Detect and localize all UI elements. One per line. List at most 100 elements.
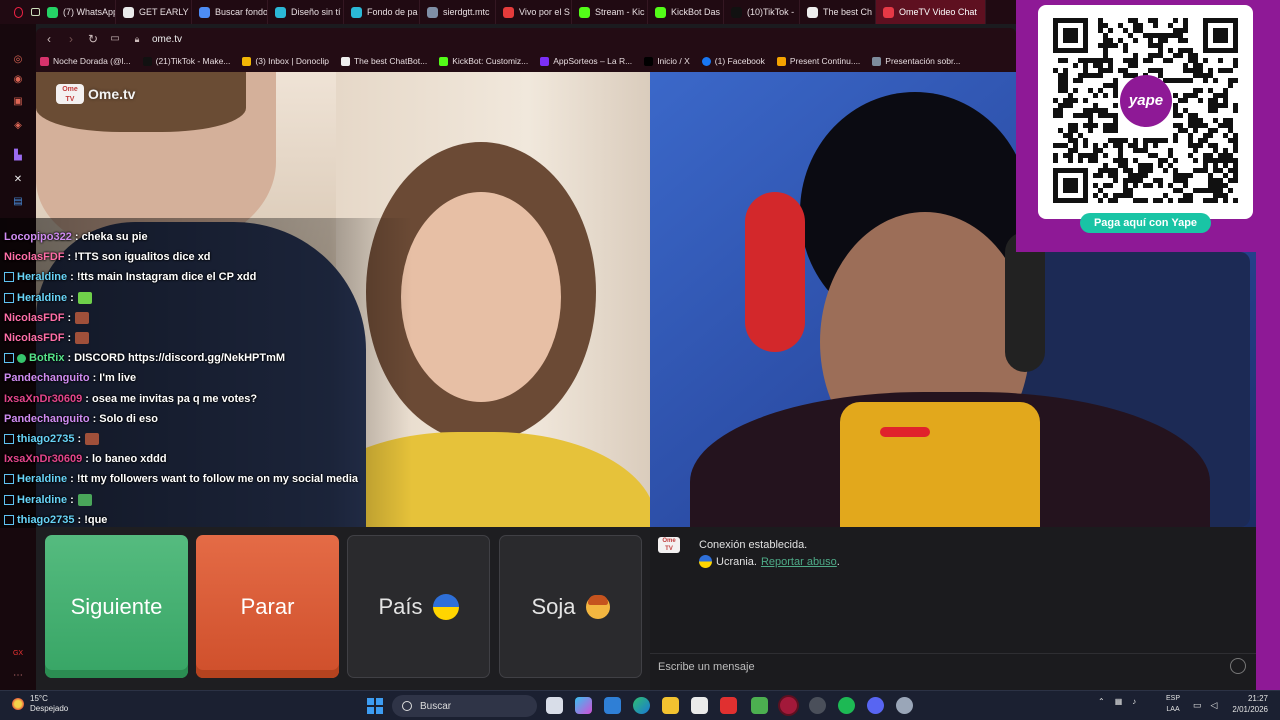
report-abuse-link[interactable]: Reportar abuso — [761, 556, 837, 568]
chat-username[interactable]: BotRix — [29, 352, 64, 364]
tab-kickbot[interactable]: KickBot Das — [648, 0, 724, 24]
chevron-up-icon[interactable]: ⌃ — [1098, 697, 1105, 706]
overlay-frame — [1256, 252, 1280, 690]
emoji-icon[interactable] — [1230, 658, 1246, 674]
bookmark-item[interactable]: KickBot: Customiz... — [439, 56, 528, 66]
chat-text: : — [77, 433, 82, 445]
clock[interactable]: 21:27 2/01/2026 — [1228, 693, 1268, 715]
chatgpt-icon[interactable] — [809, 697, 826, 714]
tab-sierdgtt[interactable]: sierdgtt.mtc — [420, 0, 496, 24]
url-field[interactable]: ome.tv — [152, 34, 182, 45]
chat-username[interactable]: NicolasFDF — [4, 251, 65, 263]
appsorteos-icon — [540, 56, 550, 66]
chat-username[interactable]: Heraldine — [17, 494, 67, 506]
microsoft-store-icon[interactable] — [691, 697, 708, 714]
next-button[interactable]: Siguiente — [45, 535, 188, 678]
weather-widget[interactable]: 15°C Despejado — [12, 694, 68, 714]
bookmark-item[interactable]: The best ChatBot... — [340, 56, 427, 66]
chat-username[interactable]: Pandechanguito — [4, 372, 90, 384]
tab-stream-kick[interactable]: Stream - Kic — [572, 0, 648, 24]
hardware-icon[interactable]: ▦ — [1115, 697, 1123, 706]
winrar-icon[interactable] — [720, 697, 737, 714]
store-icon[interactable] — [604, 697, 621, 714]
tab-buscar-fondo[interactable]: Buscar fondo — [192, 0, 268, 24]
country-button[interactable]: País — [347, 535, 490, 678]
back-button[interactable]: ‹ — [40, 30, 58, 48]
language-indicator[interactable]: ESP LAA — [1166, 693, 1180, 715]
instagram-icon[interactable]: ▣ — [11, 94, 25, 108]
donoclip-icon — [242, 56, 252, 66]
chat-text: : — [70, 291, 74, 304]
bookmarks-bar: Noche Dorada (@l... (21)TikTok - Make...… — [36, 50, 1016, 72]
file-explorer-icon[interactable] — [662, 697, 679, 714]
chat-username[interactable]: NicolasFDF — [4, 312, 65, 324]
twitch-icon[interactable]: ▙ — [11, 148, 25, 162]
x-icon[interactable]: ✕ — [11, 172, 25, 186]
discord-icon[interactable] — [867, 697, 884, 714]
chat-username[interactable]: Heraldine — [17, 292, 67, 304]
status-icons[interactable]: ▭ ◁ — [1193, 700, 1217, 711]
forward-button[interactable]: › — [62, 30, 80, 48]
settings-icon[interactable] — [896, 697, 913, 714]
taskbar-search[interactable]: Buscar — [392, 695, 537, 717]
chat-username[interactable]: Pandechanguito — [4, 413, 90, 425]
bookmark-item[interactable]: (3) Inbox | Donoclip — [242, 56, 329, 66]
tab-ometv[interactable]: OmeTV Video Chat — [876, 0, 986, 24]
bookmark-item[interactable]: Presentación sobr... — [872, 56, 960, 66]
ometv-icon — [883, 6, 894, 18]
chat-message: Heraldine: !tts main Instagram dice el C… — [4, 268, 256, 286]
bookmark-item[interactable]: AppSorteos – La R... — [540, 56, 632, 66]
camera-icon[interactable]: ▭ — [106, 30, 124, 48]
chat-username[interactable]: thiago2735 — [17, 433, 74, 445]
chat-username[interactable]: Heraldine — [17, 473, 67, 485]
bookmark-item[interactable]: (1) Facebook — [701, 56, 765, 66]
tab-diseno[interactable]: Diseño sin tí — [268, 0, 344, 24]
start-button[interactable] — [367, 698, 383, 714]
aria-icon[interactable]: ◎ — [11, 52, 25, 66]
gx-icon[interactable]: GX — [11, 646, 25, 660]
chat-username[interactable]: Locopipo322 — [4, 231, 72, 243]
edge-icon[interactable] — [633, 697, 650, 714]
tab-fondo[interactable]: Fondo de pa — [344, 0, 420, 24]
subscriber-badge-icon — [4, 474, 14, 485]
bookmark-item[interactable]: (21)TikTok - Make... — [142, 56, 230, 66]
tab-best-chatbot[interactable]: The best Ch — [800, 0, 876, 24]
tab-whatsapp[interactable]: (7) WhatsApp — [40, 0, 116, 24]
messenger-icon[interactable]: ◉ — [11, 72, 25, 86]
google-icon — [199, 6, 210, 18]
connection-message: Conexión establecida. — [699, 539, 808, 551]
tab-tiktok[interactable]: (10)TikTok - — [724, 0, 800, 24]
copilot-icon[interactable] — [575, 697, 592, 714]
bookmark-item[interactable]: Inicio / X — [644, 56, 690, 66]
more-icon[interactable]: ⋯ — [11, 668, 25, 682]
tab-get-early[interactable]: GET EARLY — [116, 0, 192, 24]
gender-button[interactable]: Soja — [499, 535, 642, 678]
spotify-icon[interactable] — [838, 697, 855, 714]
chat-username[interactable]: Heraldine — [17, 271, 67, 283]
workspace-icon[interactable]: ▤ — [11, 194, 25, 208]
subscriber-badge-icon — [4, 494, 14, 505]
chat-username[interactable]: thiago2735 — [17, 514, 74, 526]
task-view-icon[interactable] — [546, 697, 563, 714]
chat-username[interactable]: IxsaXnDr30609 — [4, 393, 82, 405]
microphone-icon[interactable]: ♪ — [1132, 697, 1136, 706]
bookmark-item[interactable]: Noche Dorada (@l... — [40, 56, 131, 66]
browser-menu[interactable] — [0, 0, 40, 24]
headphone-right — [1005, 232, 1045, 372]
tab-vivo[interactable]: Vivo por el S — [496, 0, 572, 24]
reload-button[interactable]: ↻ — [84, 30, 102, 48]
music-icon[interactable]: ◈ — [11, 118, 25, 132]
tab-overview-icon — [31, 8, 40, 16]
opera-gx-icon[interactable] — [780, 697, 797, 714]
emote-icon — [77, 493, 92, 506]
bookmark-item[interactable]: Present Continu.... — [776, 56, 860, 66]
browser-tab-bar: (7) WhatsApp GET EARLY Buscar fondo Dise… — [0, 0, 1016, 24]
chat-username[interactable]: NicolasFDF — [4, 332, 65, 344]
system-tray: ⌃ ▦ ♪ — [1098, 697, 1136, 706]
stop-button[interactable]: Parar — [196, 535, 339, 678]
minecraft-icon[interactable] — [751, 697, 768, 714]
message-input[interactable]: Escribe un mensaje — [650, 653, 1256, 679]
ometv-icon: Ome TV — [658, 537, 680, 553]
chat-message: Heraldine: !tt my followers want to foll… — [4, 470, 358, 488]
chat-username[interactable]: IxsaXnDr30609 — [4, 453, 82, 465]
